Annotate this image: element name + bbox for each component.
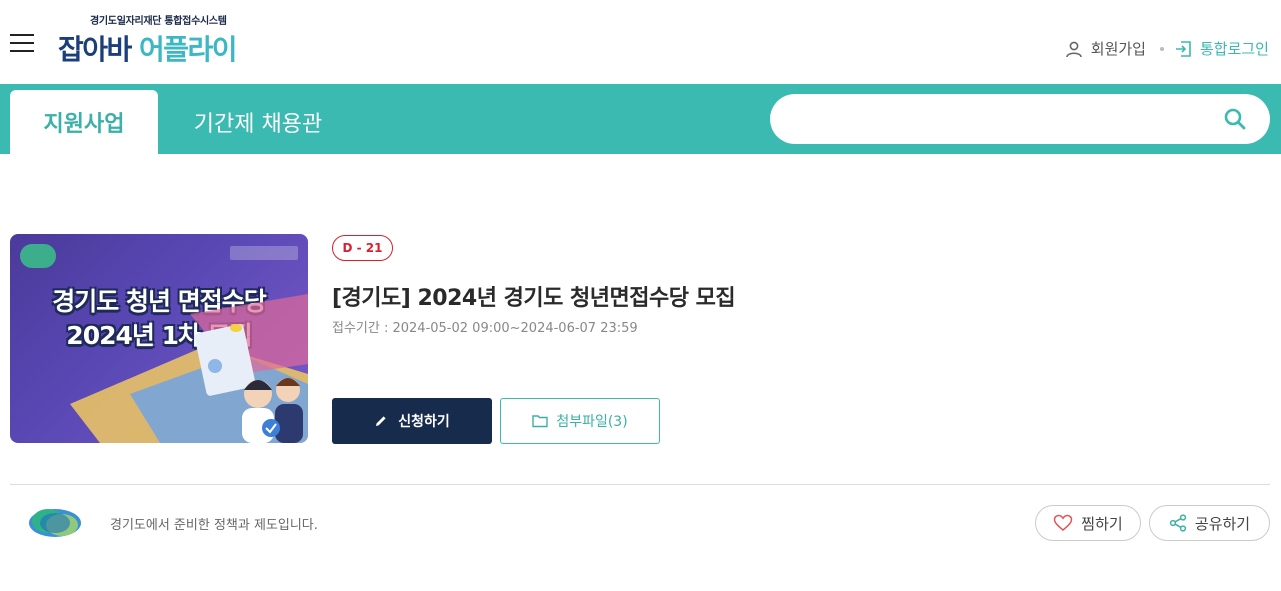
login-label: 통합로그인 bbox=[1199, 40, 1269, 58]
favorite-label: 찜하기 bbox=[1081, 514, 1123, 533]
heart-icon bbox=[1054, 514, 1073, 531]
share-icon bbox=[1169, 514, 1187, 532]
top-links: 회원가입 통합로그인 bbox=[1065, 38, 1269, 59]
separator-dot bbox=[1159, 46, 1164, 51]
program-thumbnail: 경기도 청년 면접수당 2024년 1차 모집 bbox=[10, 234, 308, 443]
pencil-icon bbox=[376, 416, 386, 426]
header: 경기도일자리재단 통합접수시스템 잡아바 어플라이 회원가입 통합로그인 bbox=[0, 0, 1281, 84]
folder-icon bbox=[532, 415, 549, 428]
attachments-button[interactable]: 첨부파일(3) bbox=[500, 398, 660, 444]
thumbnail-illustration bbox=[70, 294, 308, 443]
signup-label: 회원가입 bbox=[1090, 40, 1146, 58]
application-period: 접수기간 : 2024-05-02 09:00~2024-06-07 23:59 bbox=[332, 321, 638, 336]
main-nav: 지원사업 기간제 채용관 bbox=[0, 84, 1281, 154]
org-logo bbox=[29, 509, 81, 537]
search-input[interactable] bbox=[794, 94, 1224, 144]
login-link[interactable]: 통합로그인 bbox=[1174, 38, 1269, 59]
apply-button[interactable]: 신청하기 bbox=[332, 398, 492, 444]
menu-icon[interactable] bbox=[10, 34, 34, 52]
favorite-button[interactable]: 찜하기 bbox=[1035, 505, 1141, 541]
org-description: 경기도에서 준비한 정책과 제도입니다. bbox=[110, 518, 318, 533]
logo-part-1: 잡아바 bbox=[58, 33, 132, 66]
search-box bbox=[770, 94, 1270, 144]
share-button[interactable]: 공유하기 bbox=[1149, 505, 1270, 541]
apply-label: 신청하기 bbox=[398, 414, 450, 430]
attachments-label: 첨부파일(3) bbox=[556, 414, 628, 430]
share-label: 공유하기 bbox=[1194, 514, 1251, 533]
logo-part-2: 어플라이 bbox=[139, 33, 238, 66]
dday-badge: D - 21 bbox=[332, 235, 393, 261]
program-title: [경기도] 2024년 경기도 청년면접수당 모집 bbox=[332, 286, 736, 311]
site-logo[interactable]: 잡아바 어플라이 bbox=[58, 28, 238, 68]
tab-support-programs[interactable]: 지원사업 bbox=[10, 90, 158, 154]
tab-fixed-term-jobs[interactable]: 기간제 채용관 bbox=[178, 90, 338, 154]
signup-link[interactable]: 회원가입 bbox=[1065, 38, 1146, 59]
divider bbox=[10, 484, 1270, 485]
login-icon bbox=[1175, 40, 1191, 57]
search-icon[interactable] bbox=[1222, 106, 1248, 132]
user-icon bbox=[1065, 41, 1082, 57]
logo-subtitle: 경기도일자리재단 통합접수시스템 bbox=[90, 16, 227, 27]
